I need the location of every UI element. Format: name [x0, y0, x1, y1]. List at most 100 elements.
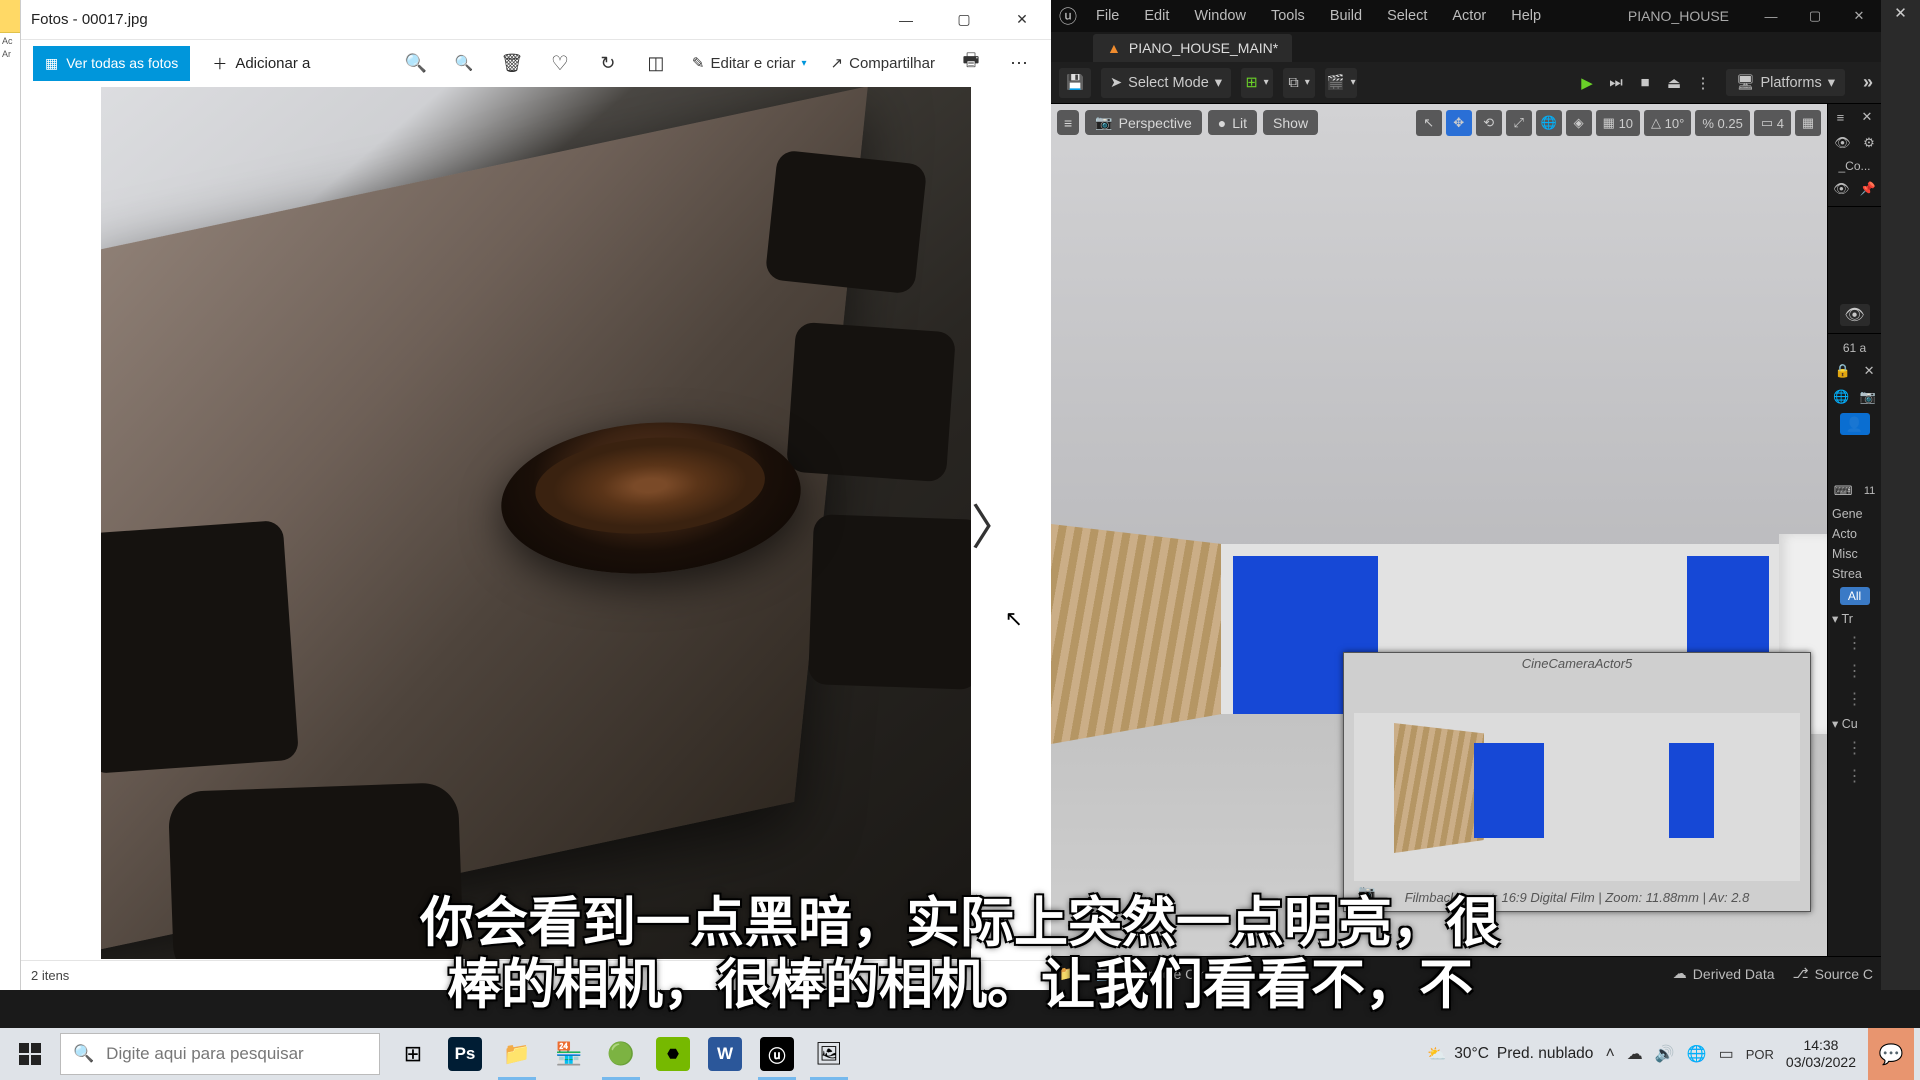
translate-tool-button[interactable]: ✥ [1446, 110, 1472, 136]
network-icon[interactable]: 🌐 [1687, 1044, 1707, 1064]
language-indicator[interactable]: POR [1746, 1047, 1774, 1062]
eye-icon[interactable]: 👁 [1834, 135, 1851, 151]
close-icon[interactable]: ✕ [1864, 363, 1875, 379]
taskbar-nvidia[interactable]: ⬣ [648, 1028, 698, 1080]
cinematics-button[interactable]: 🎬▾ [1325, 68, 1357, 98]
camera-speed-button[interactable]: ▭ 4 [1754, 110, 1791, 136]
play-button[interactable]: ▶ [1574, 70, 1600, 96]
viewport-layout-button[interactable]: ▦ [1795, 110, 1821, 136]
zoom-out-button[interactable]: 🔍 [444, 44, 484, 82]
taskbar-search[interactable]: 🔍 Digite aqui para pesquisar [60, 1033, 380, 1075]
camera-icon[interactable]: 📷 [1860, 389, 1876, 405]
add-content-button[interactable]: ⊞▾ [1241, 68, 1273, 98]
select-tool-button[interactable]: ↖ [1416, 110, 1442, 136]
menu-window[interactable]: Window [1183, 2, 1257, 30]
taskbar-store[interactable]: 🏪 [544, 1028, 594, 1080]
section-transform[interactable]: ▾ Tr [1832, 608, 1881, 629]
taskbar-chrome[interactable]: 🟢 [596, 1028, 646, 1080]
cat-actor[interactable]: Acto [1832, 524, 1881, 544]
property-row[interactable]: ⋮ [1828, 734, 1881, 762]
notifications-button[interactable]: 💬 [1868, 1028, 1914, 1080]
ue-viewport[interactable]: ≡ 📷Perspective ●Lit Show ↖ ✥ ⟲ ⤢ 🌐 ◈ ▦ 1… [1051, 104, 1827, 956]
displayed-photo[interactable] [101, 87, 971, 959]
angle-snap-button[interactable]: △ 10° [1644, 110, 1691, 136]
ue-level-tab[interactable]: ▲ PIANO_HOUSE_MAIN* [1093, 34, 1292, 62]
see-all-photos-button[interactable]: ▦ Ver todas as fotos [33, 46, 190, 81]
menu-actor[interactable]: Actor [1441, 2, 1497, 30]
maximize-button[interactable]: ▢ [935, 0, 993, 40]
cat-general[interactable]: Gene [1832, 504, 1881, 524]
camera-preview-panel[interactable]: CineCameraActor5 📷 FilmbackPreset: 16:9 … [1343, 652, 1811, 912]
list-icon[interactable]: ≡ [1837, 110, 1845, 125]
menu-file[interactable]: File [1085, 2, 1130, 30]
taskbar-unreal[interactable]: ⓤ [752, 1028, 802, 1080]
property-row[interactable]: ⋮ [1828, 629, 1881, 657]
photos-titlebar[interactable]: Fotos - 00017.jpg — ▢ ✕ [21, 0, 1051, 40]
minimize-button[interactable]: — [877, 0, 935, 40]
selected-actor-badge[interactable]: 👤 [1840, 413, 1870, 435]
add-to-button[interactable]: ＋ Adicionar a [198, 44, 324, 83]
favorite-button[interactable]: ♡ [540, 44, 580, 82]
platforms-button[interactable]: 🖥 Platforms ▾ [1726, 69, 1845, 96]
show-button[interactable]: Show [1263, 110, 1318, 135]
menu-tools[interactable]: Tools [1260, 2, 1316, 30]
collision-label[interactable]: _Co... [1828, 156, 1881, 176]
cat-all[interactable]: All [1840, 587, 1870, 605]
onedrive-icon[interactable]: ☁ [1627, 1044, 1643, 1064]
scale-tool-button[interactable]: ⤢ [1506, 110, 1532, 136]
grid-snap-button[interactable]: ▦ 10 [1596, 110, 1640, 136]
viewport-options-button[interactable]: ≡ [1057, 110, 1079, 135]
gear-icon[interactable]: ⚙ [1863, 135, 1875, 151]
taskbar-photoshop[interactable]: Ps [440, 1028, 490, 1080]
rotate-button[interactable]: ↻ [588, 44, 628, 82]
menu-help[interactable]: Help [1500, 2, 1552, 30]
perspective-button[interactable]: 📷Perspective [1085, 110, 1202, 135]
share-button[interactable]: ↗ Compartilhar [823, 44, 943, 82]
taskbar-photos[interactable]: 🖼 [804, 1028, 854, 1080]
taskbar-clock[interactable]: 14:38 03/03/2022 [1786, 1037, 1856, 1071]
visibility-toggle[interactable]: 👁 [1840, 304, 1870, 326]
cat-streaming[interactable]: Strea [1832, 564, 1881, 584]
more-button[interactable]: ⋯ [999, 44, 1039, 82]
settings-expand-button[interactable]: » [1863, 72, 1873, 93]
menu-edit[interactable]: Edit [1133, 2, 1180, 30]
surface-snap-button[interactable]: ◈ [1566, 110, 1592, 136]
close-panel-icon[interactable]: ✕ [1861, 109, 1872, 125]
zoom-in-button[interactable]: 🔍 [396, 44, 436, 82]
ue-minimize-button[interactable]: — [1749, 0, 1793, 32]
task-view-button[interactable]: ⊞ [388, 1028, 438, 1080]
volume-icon[interactable]: 🔊 [1655, 1044, 1675, 1064]
close-button[interactable]: ✕ [993, 0, 1051, 40]
property-row[interactable]: ⋮ [1828, 657, 1881, 685]
taskbar-explorer[interactable]: 📁 [492, 1028, 542, 1080]
next-photo-button[interactable]: 〉 [971, 488, 1019, 558]
battery-icon[interactable]: ▭ [1719, 1044, 1734, 1064]
ue-close-button[interactable]: ✕ [1837, 0, 1881, 32]
cat-misc[interactable]: Misc [1832, 544, 1881, 564]
coord-space-button[interactable]: 🌐 [1536, 110, 1562, 136]
property-row[interactable]: ⋮ [1828, 762, 1881, 790]
pin-icon[interactable]: 📌 [1860, 181, 1876, 197]
crop-button[interactable]: ◫ [636, 44, 676, 82]
print-button[interactable]: 🖶 [951, 44, 991, 82]
taskbar-word[interactable]: W [700, 1028, 750, 1080]
start-button[interactable] [0, 1028, 60, 1080]
ue-maximize-button[interactable]: ▢ [1793, 0, 1837, 32]
globe-icon[interactable]: 🌐 [1833, 389, 1849, 405]
menu-select[interactable]: Select [1376, 2, 1438, 30]
skip-button[interactable]: ⏭ [1603, 70, 1629, 96]
save-button[interactable]: 💾 [1059, 68, 1091, 98]
delete-button[interactable]: 🗑 [492, 44, 532, 82]
lit-mode-button[interactable]: ●Lit [1208, 110, 1257, 135]
stop-button[interactable]: ■ [1632, 70, 1658, 96]
visibility-icon[interactable]: 👁 [1833, 181, 1850, 197]
eject-button[interactable]: ⏏ [1661, 70, 1687, 96]
scale-snap-button[interactable]: % 0.25 [1695, 110, 1750, 136]
play-options-button[interactable]: ⋮ [1690, 70, 1716, 96]
ue-titlebar[interactable]: ⓤ File Edit Window Tools Build Select Ac… [1051, 0, 1881, 32]
rotate-tool-button[interactable]: ⟲ [1476, 110, 1502, 136]
weather-widget[interactable]: ⛅ 30°C Pred. nublado [1427, 1045, 1593, 1064]
blueprints-button[interactable]: ⧉▾ [1283, 68, 1315, 98]
section-current[interactable]: ▾ Cu [1832, 713, 1881, 734]
property-row[interactable]: ⋮ [1828, 685, 1881, 713]
